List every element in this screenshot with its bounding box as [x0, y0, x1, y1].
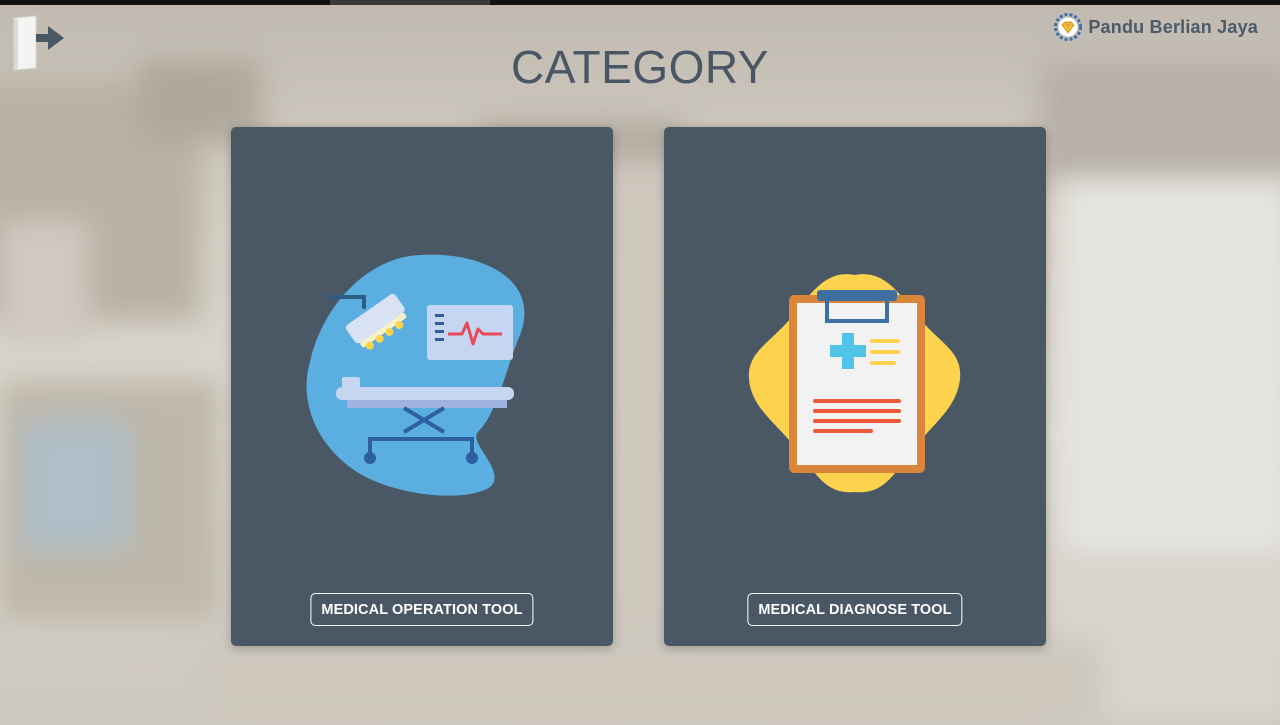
top-bar — [0, 0, 1280, 5]
category-card-diagnose[interactable]: MEDICAL DIAGNOSE TOOL — [664, 127, 1046, 646]
medical-diagnose-tool-button[interactable]: MEDICAL DIAGNOSE TOOL — [747, 593, 963, 626]
page-title: CATEGORY — [511, 41, 769, 93]
category-card-operation[interactable]: MEDICAL OPERATION TOOL — [231, 127, 613, 646]
brand-name: Pandu Berlian Jaya — [1088, 16, 1258, 37]
brand: Pandu Berlian Jaya — [1054, 13, 1258, 41]
clipboard-report-icon — [748, 274, 961, 493]
medical-operation-tool-button[interactable]: MEDICAL OPERATION TOOL — [310, 593, 534, 626]
background-image — [0, 0, 1280, 725]
operating-table-icon — [306, 254, 525, 496]
diamond-gear-logo-icon — [1054, 13, 1083, 41]
